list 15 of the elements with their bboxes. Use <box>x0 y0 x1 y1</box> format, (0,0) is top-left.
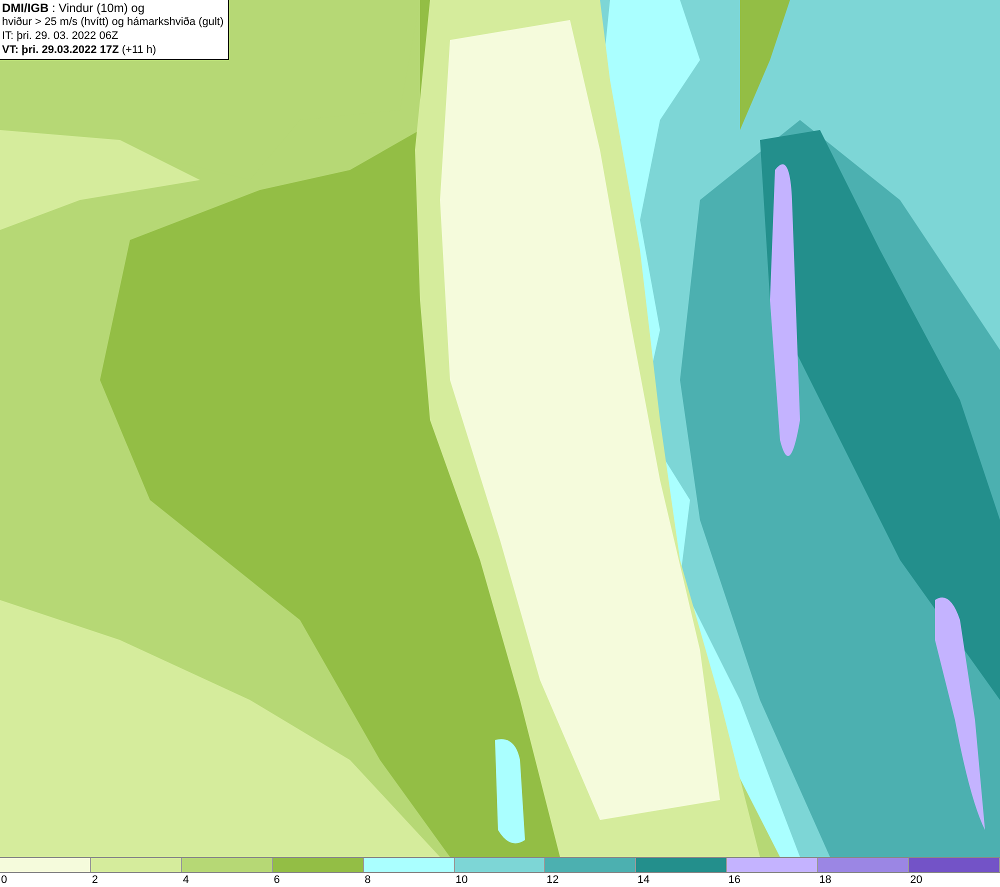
map-info-text: VT: þri. 29.03.2022 17Z (+11 h) <box>2 43 158 57</box>
legend-label: 12 <box>545 873 559 887</box>
legend-label: 10 <box>454 873 468 887</box>
map-info-text: DMI/IGB : Vindur (10m) og <box>2 1 146 15</box>
map-info-text: IT: þri. 29. 03. 2022 06Z <box>2 29 120 43</box>
legend-label: 14 <box>636 873 650 887</box>
legend-label: 20 <box>909 873 922 887</box>
legend-label: 0 <box>0 873 8 887</box>
legend-label: 16 <box>727 873 741 887</box>
map-info-text: hviður > 25 m/s (hvítt) og hámarkshviða (gult) <box>2 15 224 29</box>
legend-label: 6 <box>272 873 280 887</box>
legend-label: 4 <box>182 873 189 887</box>
legend-label: 2 <box>90 873 98 887</box>
legend-label: 18 <box>818 873 832 887</box>
legend-label: 8 <box>364 873 371 887</box>
